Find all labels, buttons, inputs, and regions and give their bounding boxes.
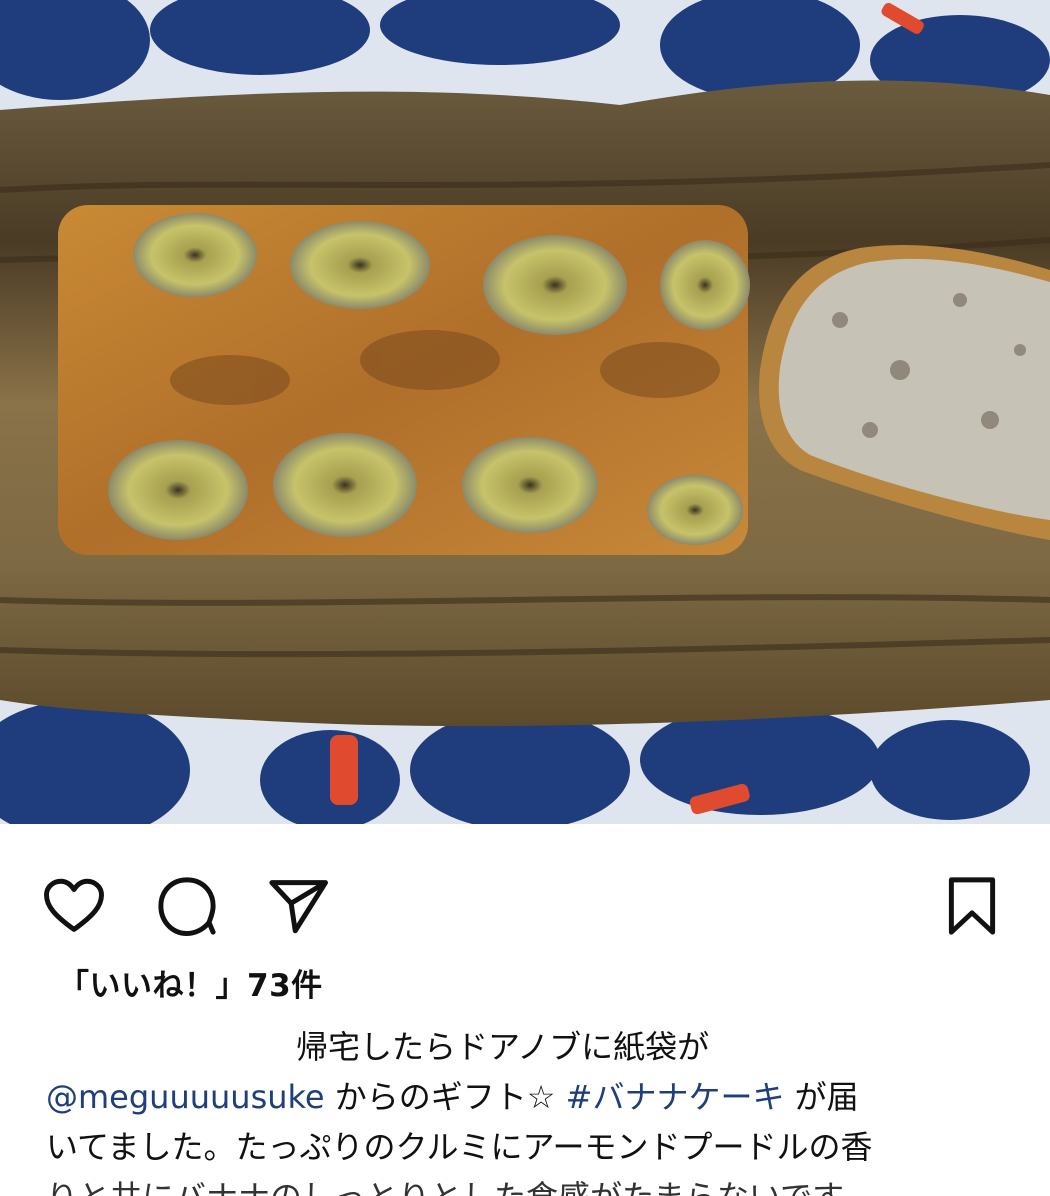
like-button[interactable]: [34, 868, 114, 948]
post-action-bar: [0, 824, 1050, 954]
caption-line: 帰宅したらドアノブに紙袋が: [296, 1028, 710, 1066]
share-button[interactable]: [258, 868, 338, 948]
comment-button[interactable]: [147, 868, 227, 948]
mention-link[interactable]: @meguuuuusuke: [46, 1078, 325, 1116]
likes-count[interactable]: 「いいね！」73件: [58, 960, 323, 1005]
bookmark-icon: [939, 873, 1005, 943]
post-photo-image: [0, 0, 1050, 824]
caption-text: が届: [784, 1078, 859, 1116]
hashtag-link[interactable]: #バナナケーキ: [566, 1078, 785, 1116]
caption-line: いてました。たっぷりのクルミにアーモンドプードルの香: [46, 1128, 873, 1166]
paper-plane-icon: [265, 873, 331, 943]
caption-line-cut-off: りと共にバナナのしっとりとした食感がたまらないです。: [46, 1172, 1016, 1196]
caption-text: からのギフト☆: [324, 1078, 566, 1116]
caption-line: @meguuuuusuke からのギフト☆ #バナナケーキ が届: [46, 1072, 1016, 1122]
post-caption: 帰宅したらドアノブに紙袋が @meguuuuusuke からのギフト☆ #バナナ…: [46, 1022, 1016, 1196]
post-photo[interactable]: [0, 0, 1050, 824]
heart-icon: [41, 873, 107, 943]
comment-bubble-icon: [154, 873, 220, 943]
save-button[interactable]: [932, 868, 1012, 948]
